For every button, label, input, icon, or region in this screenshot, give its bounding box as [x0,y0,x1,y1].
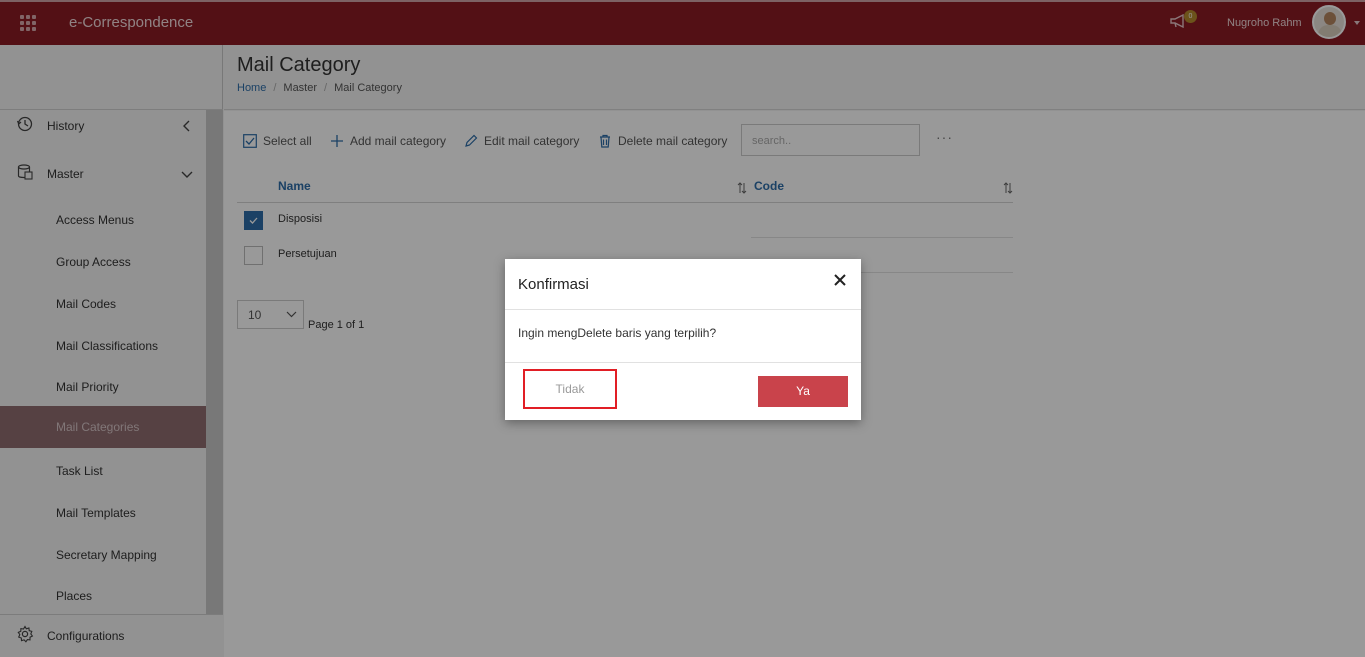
dialog-title: Konfirmasi [518,276,589,293]
confirm-dialog: Konfirmasi Ingin mengDelete baris yang t… [505,259,861,420]
close-icon[interactable] [832,272,848,288]
dialog-message: Ingin mengDelete baris yang terpilih? [518,326,717,340]
cancel-button[interactable]: Tidak [523,369,617,409]
confirm-button[interactable]: Ya [758,376,848,407]
